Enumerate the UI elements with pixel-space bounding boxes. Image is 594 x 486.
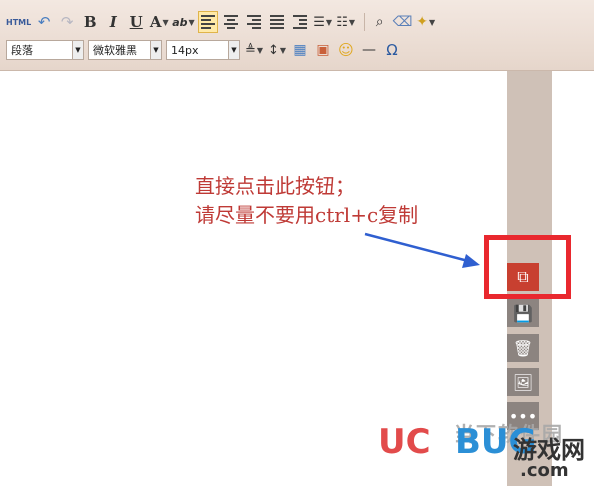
watermark-uc: UC	[378, 422, 431, 462]
highlight-box	[484, 235, 571, 299]
watermark-com: .com	[520, 460, 569, 481]
